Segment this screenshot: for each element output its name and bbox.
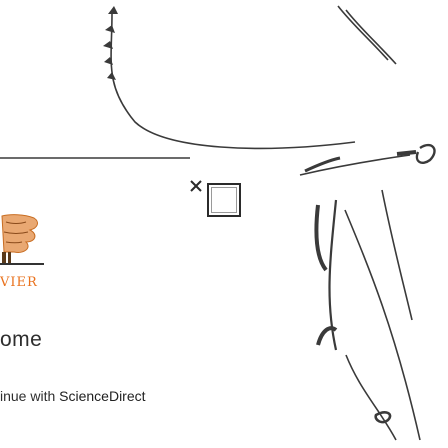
close-icon — [190, 180, 202, 192]
tree-logo-icon — [0, 212, 44, 268]
continue-prefix: inue with — [0, 388, 60, 404]
close-button[interactable] — [186, 176, 206, 196]
background-line-art — [0, 5, 436, 441]
login-page-fragment: VIER ome inue with ScienceDirect — [0, 0, 448, 448]
checkbox-inner-border — [211, 187, 237, 213]
checkbox[interactable] — [207, 183, 241, 217]
continue-with-line: inue with ScienceDirect — [0, 388, 146, 404]
brand-name: ScienceDirect — [59, 388, 146, 404]
publisher-name-text: VIER — [0, 275, 38, 290]
welcome-heading: ome — [0, 328, 43, 351]
